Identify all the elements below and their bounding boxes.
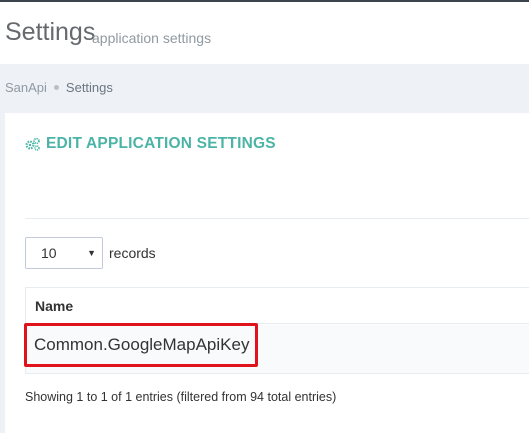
page-length-select[interactable]: 10 ▼ [25, 237, 103, 269]
breadcrumb-item-home[interactable]: SanApi [5, 80, 47, 95]
chevron-down-icon: ▼ [87, 248, 96, 258]
gears-icon [25, 137, 40, 151]
table-row[interactable]: Common.GoogleMapApiKey [24, 323, 529, 374]
settings-portlet: EDIT APPLICATION SETTINGS 10 ▼ records N… [5, 113, 529, 433]
page-title: Settings [5, 18, 96, 46]
page-header: Settings application settings [0, 2, 529, 64]
records-label: records [109, 245, 156, 261]
breadcrumb-separator-icon [53, 85, 59, 90]
breadcrumb: SanApi Settings [5, 80, 113, 95]
portlet-title: EDIT APPLICATION SETTINGS [25, 135, 276, 153]
column-header-name[interactable]: Name [26, 288, 529, 324]
breadcrumb-item-current: Settings [65, 80, 113, 95]
setting-name-cell: Common.GoogleMapApiKey [34, 335, 250, 354]
page-length-control: 10 ▼ records [25, 237, 156, 269]
portlet-title-text: EDIT APPLICATION SETTINGS [46, 135, 276, 152]
table-info: Showing 1 to 1 of 1 entries (filtered fr… [25, 390, 337, 404]
page-subtitle: application settings [92, 30, 212, 46]
settings-table: Name Common.GoogleMapApiKey [24, 287, 529, 374]
page-length-value: 10 [41, 245, 57, 261]
divider [25, 218, 529, 219]
